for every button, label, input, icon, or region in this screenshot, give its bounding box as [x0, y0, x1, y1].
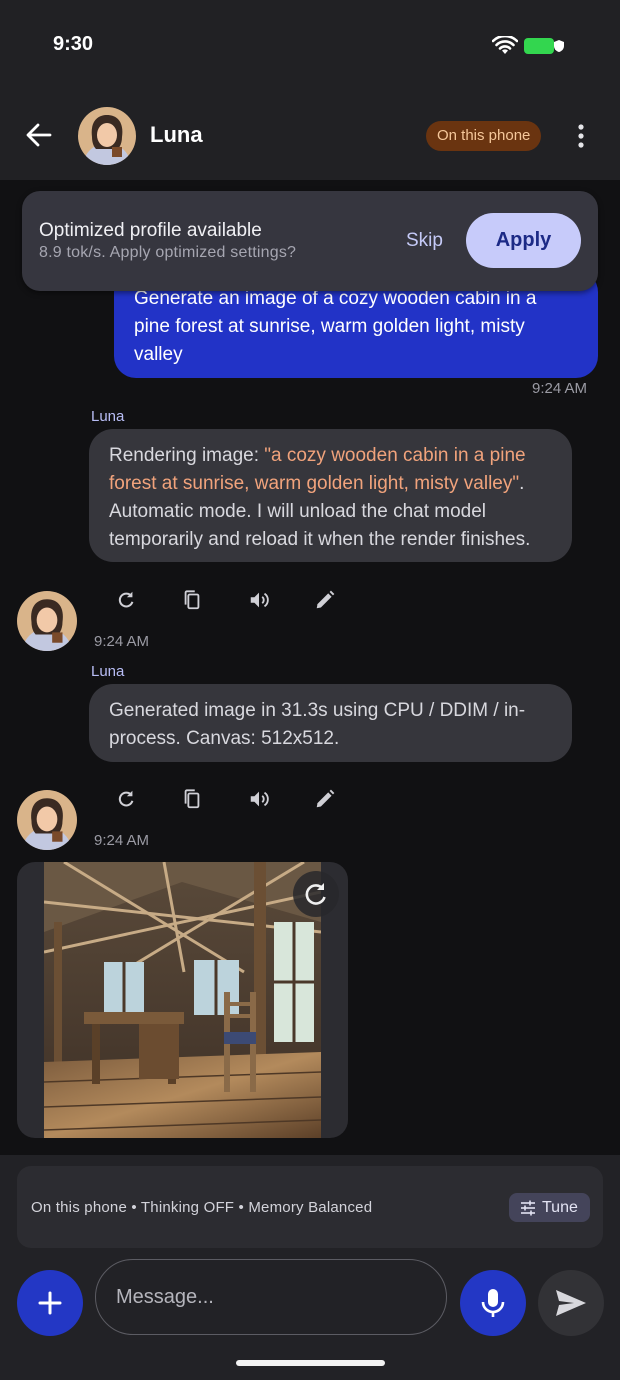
wifi-icon	[492, 36, 518, 54]
copy-icon[interactable]	[181, 788, 203, 810]
message-time: 9:24 AM	[94, 832, 150, 849]
speaker-icon[interactable]	[248, 788, 270, 810]
contact-name[interactable]: Luna	[150, 122, 203, 148]
edit-icon[interactable]	[314, 589, 336, 611]
voice-input-button[interactable]	[460, 1270, 526, 1336]
avatar	[17, 790, 77, 850]
tune-label: Tune	[542, 1199, 578, 1216]
sender-name: Luna	[91, 408, 125, 425]
plus-icon	[38, 1291, 62, 1315]
optimized-profile-banner: Optimized profile available 8.9 tok/s. A…	[22, 191, 598, 291]
skip-button[interactable]: Skip	[406, 230, 443, 252]
refresh-icon	[305, 883, 326, 905]
assistant-message-bubble[interactable]: Rendering image: "a cozy wooden cabin in…	[89, 429, 572, 562]
send-button[interactable]	[538, 1270, 604, 1336]
edit-icon[interactable]	[314, 788, 336, 810]
apply-button[interactable]: Apply	[466, 213, 581, 268]
send-icon	[556, 1290, 586, 1316]
banner-subtitle: 8.9 tok/s. Apply optimized settings?	[39, 244, 297, 261]
copy-icon[interactable]	[181, 589, 203, 611]
sliders-icon	[521, 1200, 535, 1216]
location-badge[interactable]: On this phone	[426, 121, 542, 151]
battery-icon	[524, 38, 554, 54]
back-arrow-icon[interactable]	[24, 120, 54, 150]
tune-button[interactable]: Tune	[509, 1193, 590, 1222]
more-options-icon[interactable]	[572, 123, 590, 149]
assistant-message-bubble[interactable]: Generated image in 31.3s using CPU / DDI…	[89, 684, 572, 762]
sender-name: Luna	[91, 663, 125, 680]
message-time: 9:24 AM	[94, 633, 150, 650]
avatar	[17, 591, 77, 651]
speaker-icon[interactable]	[248, 589, 270, 611]
status-time: 9:30	[53, 33, 94, 55]
shield-icon	[554, 40, 564, 52]
banner-title: Optimized profile available	[39, 220, 262, 241]
add-attachment-button[interactable]	[17, 1270, 83, 1336]
avatar[interactable]	[78, 107, 136, 165]
model-settings-summary: On this phone • Thinking OFF • Memory Ba…	[31, 1199, 373, 1216]
message-text-prefix: Rendering image:	[109, 445, 265, 466]
user-message-text: Generate an image of a cozy wooden cabin…	[134, 288, 537, 365]
generated-image-card[interactable]	[17, 862, 348, 1138]
microphone-icon	[481, 1289, 505, 1317]
home-indicator	[236, 1360, 385, 1366]
refresh-icon[interactable]	[115, 589, 137, 611]
model-settings-card: On this phone • Thinking OFF • Memory Ba…	[17, 1166, 603, 1248]
generated-image[interactable]	[44, 862, 321, 1138]
regenerate-image-button[interactable]	[293, 871, 339, 917]
refresh-icon[interactable]	[115, 788, 137, 810]
message-input[interactable]	[95, 1259, 447, 1335]
user-message-time: 9:24 AM	[532, 380, 588, 397]
